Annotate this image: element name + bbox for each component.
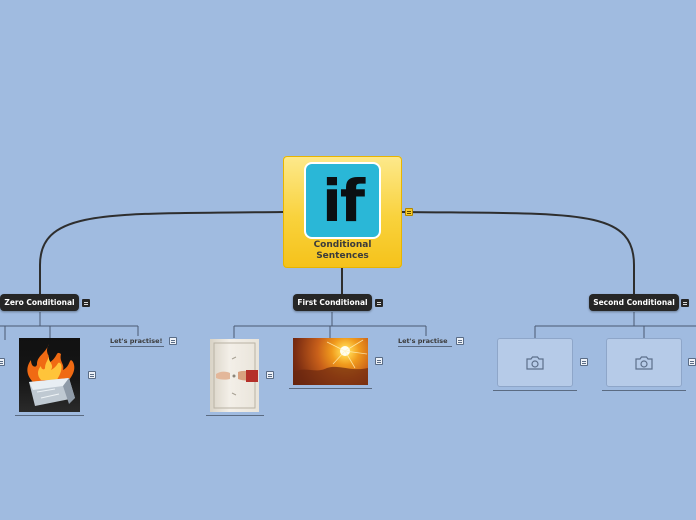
placeholder-1-notes-icon[interactable]: [580, 358, 588, 366]
sunset-sky-illustration: [293, 339, 368, 385]
placeholder-2-notes-icon[interactable]: [688, 358, 696, 366]
first-conditional-notes-icon[interactable]: [375, 299, 383, 307]
branch-first-conditional[interactable]: First Conditional: [293, 294, 372, 311]
first-conditional-practise-notes-icon[interactable]: [456, 337, 464, 345]
branch-second-conditional[interactable]: Second Conditional: [589, 294, 679, 311]
branch-zero-conditional[interactable]: Zero Conditional: [0, 294, 79, 311]
connector-zero-conditional: [39, 211, 284, 295]
central-topic-title: Conditional Sentences: [283, 240, 402, 262]
zero-conditional-notes-icon[interactable]: [82, 299, 90, 307]
branch-second-conditional-label: Second Conditional: [593, 298, 675, 307]
door-knock-image[interactable]: [210, 339, 259, 412]
camera-placeholder-icon: [526, 355, 544, 370]
placeholder-1-underline: [493, 390, 577, 391]
mind-map-canvas: if Conditional Sentences Zero Conditiona…: [0, 0, 696, 520]
burning-ice-cube-image[interactable]: [19, 338, 80, 412]
sunset-sky-notes-icon[interactable]: [375, 357, 383, 365]
first-conditional-sub-connectors: [233, 312, 427, 338]
door-knock-illustration: [213, 342, 258, 409]
if-logo-text: if: [321, 166, 365, 235]
central-title-line-2: Sentences: [316, 251, 369, 261]
burning-ice-cube-notes-icon[interactable]: [88, 371, 96, 379]
if-logo: if: [306, 164, 379, 237]
zero-conditional-practise-label: Let's practise!: [110, 337, 163, 345]
sunset-sky-image[interactable]: [293, 338, 368, 385]
placeholder-2-underline: [602, 390, 686, 391]
zero-conditional-practise-link[interactable]: Let's practise!: [110, 337, 164, 347]
second-conditional-sub-connectors: [534, 312, 696, 338]
door-knock-notes-icon[interactable]: [266, 371, 274, 379]
second-conditional-image-placeholder-1[interactable]: [497, 338, 573, 387]
connector-second-conditional: [401, 211, 635, 295]
branch-zero-conditional-label: Zero Conditional: [4, 298, 75, 307]
central-title-line-1: Conditional: [313, 240, 372, 250]
sunset-sky-underline: [289, 388, 372, 389]
burning-ice-cube-underline: [15, 415, 84, 416]
zero-conditional-practise-notes-icon[interactable]: [169, 337, 177, 345]
second-conditional-notes-icon[interactable]: [681, 299, 689, 307]
central-notes-icon[interactable]: [405, 208, 413, 216]
second-conditional-image-placeholder-2[interactable]: [606, 338, 682, 387]
zero-conditional-sub-connectors: [0, 312, 139, 340]
fire-ice-illustration: [27, 344, 75, 406]
branch-first-conditional-label: First Conditional: [297, 298, 368, 307]
camera-placeholder-icon: [635, 355, 653, 370]
first-conditional-practise-link[interactable]: Let's practise: [398, 337, 452, 347]
door-knock-underline: [206, 415, 264, 416]
first-conditional-practise-label: Let's practise: [398, 337, 448, 345]
zero-conditional-offscreen-notes-icon[interactable]: [0, 358, 5, 366]
